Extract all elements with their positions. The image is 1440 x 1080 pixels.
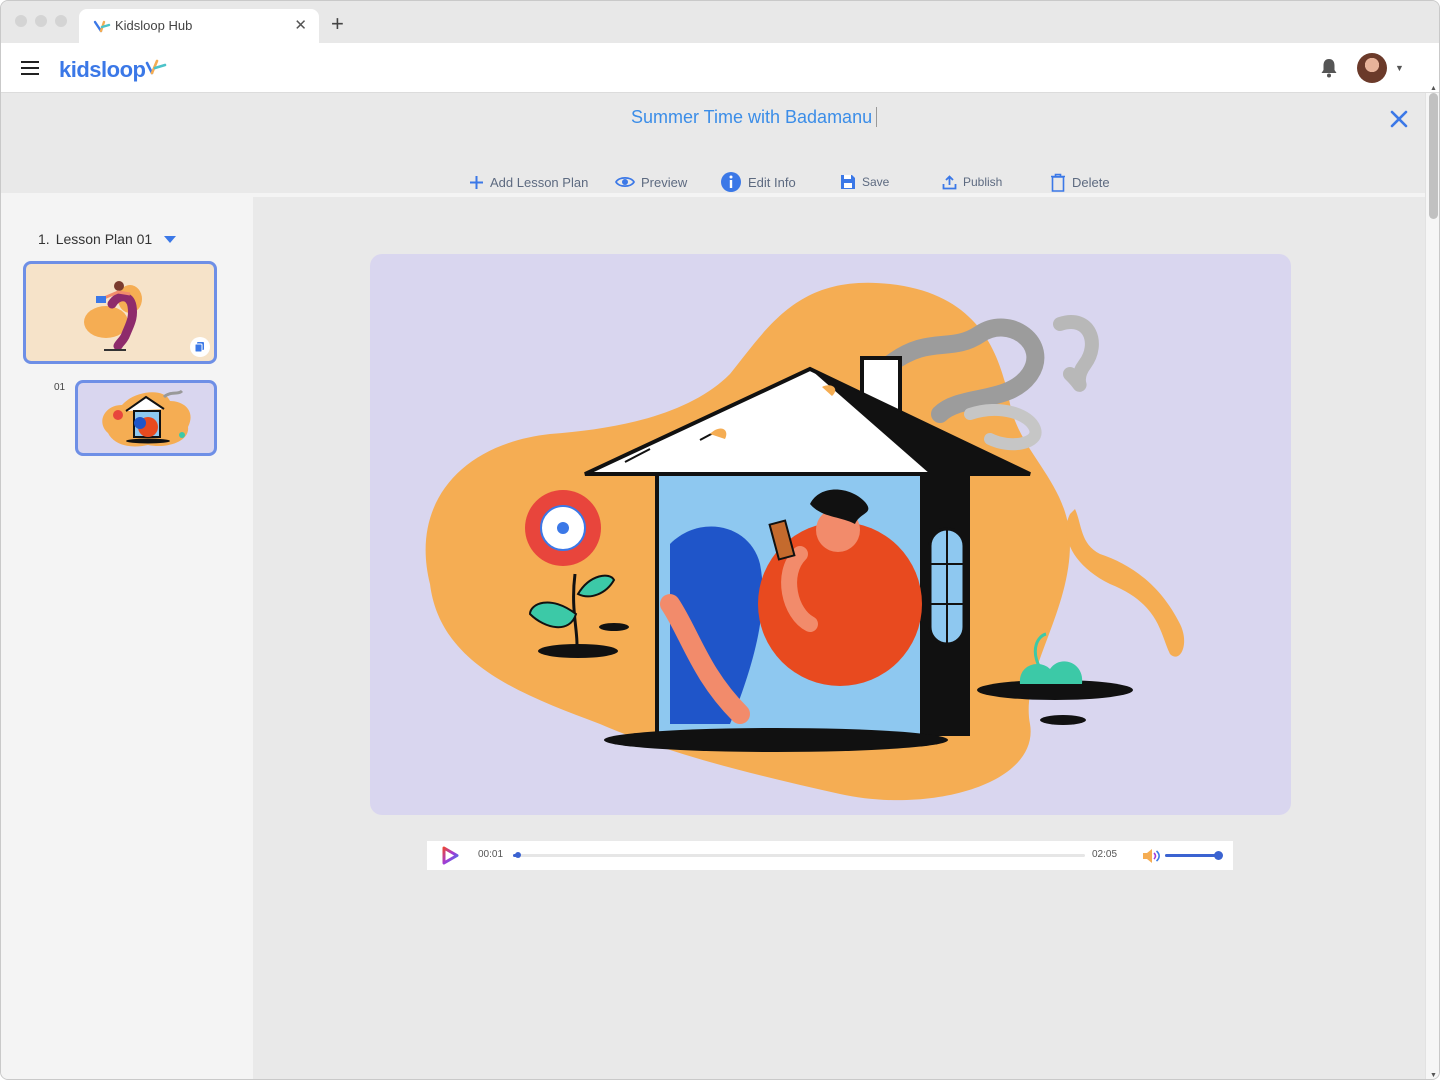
volume-handle[interactable]	[1214, 851, 1224, 860]
avatar[interactable]	[1357, 53, 1387, 83]
lesson-plan-dropdown[interactable]: 1. Lesson Plan 01	[38, 231, 177, 247]
current-time: 00:01	[478, 849, 504, 860]
slide-thumbnail-01[interactable]	[75, 380, 217, 456]
browser-tab-title: Kidsloop Hub	[115, 18, 193, 33]
window-zoom-dot[interactable]	[55, 15, 67, 27]
volume-slider[interactable]	[1165, 851, 1224, 860]
upload-icon	[942, 174, 957, 189]
lesson-title[interactable]: Summer Time with Badamanu	[631, 107, 877, 128]
delete-label: Delete	[1072, 174, 1110, 190]
browser-tabstrip: Kidsloop Hub ✕ +	[1, 1, 1439, 43]
lesson-sidebar: 1. Lesson Plan 01 01	[1, 197, 253, 1079]
publish-button[interactable]: Publish	[942, 171, 1002, 193]
lesson-plan-number: 1.	[38, 231, 50, 247]
kidsloop-logo[interactable]: kidsloop	[59, 55, 167, 83]
house-scene-illustration	[425, 282, 1185, 801]
caret-down-icon	[164, 235, 177, 243]
page-scrollbar[interactable]: ▲ ▼	[1425, 85, 1439, 1079]
info-icon	[721, 172, 741, 192]
browser-tab[interactable]: Kidsloop Hub ✕	[79, 9, 319, 43]
save-button[interactable]: Save	[840, 171, 889, 193]
close-icon[interactable]	[1389, 109, 1409, 129]
slide-number-label: 01	[54, 382, 66, 393]
window-minimize-dot[interactable]	[35, 15, 47, 27]
delete-button[interactable]: Delete	[1050, 171, 1110, 193]
bell-icon[interactable]	[1320, 58, 1338, 78]
slide-stage	[370, 254, 1291, 815]
window-close-dot[interactable]	[15, 15, 27, 27]
logo-mark-icon	[146, 59, 167, 75]
publish-label: Publish	[963, 175, 1003, 189]
volume-icon[interactable]	[1141, 848, 1161, 864]
preview-button[interactable]: Preview	[615, 171, 687, 193]
close-tab-icon[interactable]: ✕	[294, 16, 307, 34]
logo-text: kidsloop	[59, 57, 146, 82]
editor-titlebar: Summer Time with Badamanu Add Lesson Pla…	[1, 93, 1425, 193]
progress-slider[interactable]	[513, 852, 1085, 858]
scroll-thumb[interactable]	[1429, 93, 1438, 219]
plus-icon	[470, 175, 483, 189]
play-icon[interactable]	[441, 846, 459, 865]
preview-label: Preview	[641, 174, 688, 190]
volume-fill	[1165, 854, 1219, 857]
total-time: 02:05	[1092, 849, 1118, 860]
kidsloop-favicon-icon	[93, 20, 111, 33]
new-tab-button[interactable]: +	[331, 13, 344, 35]
dancing-girl-illustration	[84, 281, 142, 351]
edit-info-label: Edit Info	[748, 174, 796, 190]
edit-info-button[interactable]: Edit Info	[720, 171, 796, 193]
lesson-plan-name: Lesson Plan 01	[55, 231, 153, 247]
add-lesson-plan-label: Add Lesson Plan	[490, 174, 589, 190]
house-scene-thumbnail	[102, 389, 191, 447]
scroll-down-icon[interactable]: ▼	[1430, 1072, 1437, 1079]
app-header: kidsloop ▼	[1, 43, 1439, 93]
copy-icon[interactable]	[190, 337, 210, 357]
eye-icon	[615, 176, 635, 188]
slide-thumbnail-cover[interactable]	[23, 261, 217, 364]
menu-icon[interactable]	[21, 61, 39, 75]
chevron-down-icon[interactable]: ▼	[1395, 63, 1404, 73]
browser-window: Kidsloop Hub ✕ + kidsloop ▼ Summer Time …	[0, 0, 1440, 1080]
floppy-disk-icon	[841, 175, 855, 189]
progress-handle[interactable]	[514, 852, 521, 858]
scroll-up-icon[interactable]: ▲	[1430, 85, 1437, 92]
save-label: Save	[862, 175, 890, 189]
add-lesson-plan-button[interactable]: Add Lesson Plan	[469, 171, 588, 193]
audio-player: 00:01 02:05	[427, 841, 1233, 870]
trash-icon	[1051, 173, 1065, 192]
